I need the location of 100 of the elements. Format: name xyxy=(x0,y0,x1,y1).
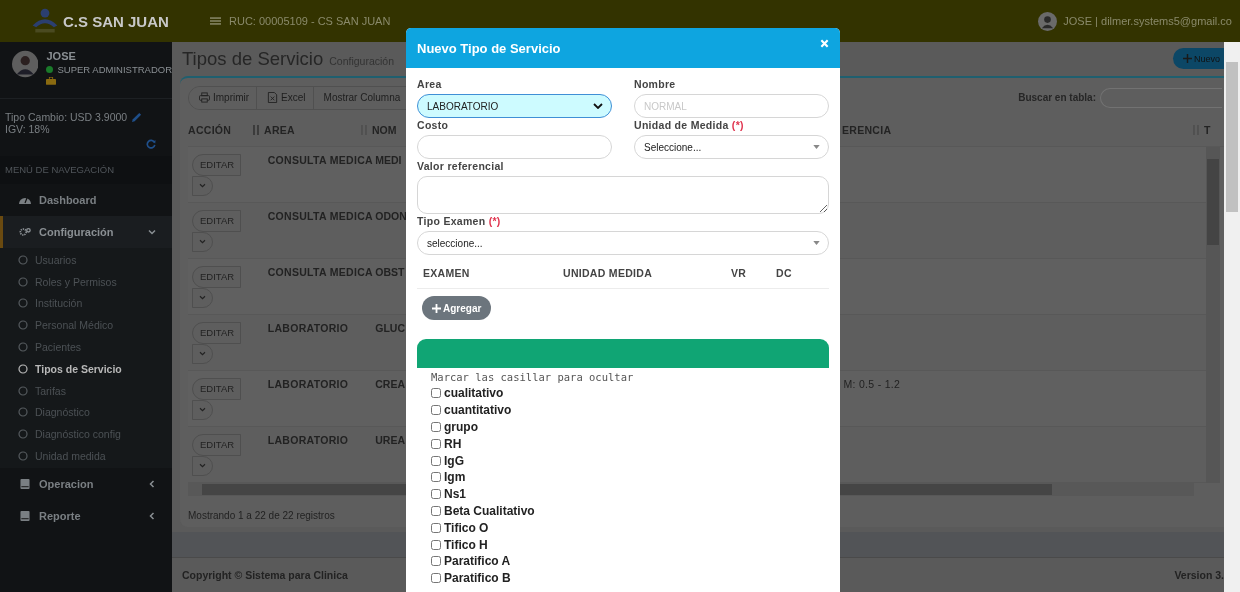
checkbox[interactable] xyxy=(431,472,441,483)
scrollbar[interactable] xyxy=(1224,42,1240,592)
nav-subitem[interactable]: Personal Médico xyxy=(0,314,172,337)
circle-icon xyxy=(18,407,28,418)
new-button[interactable]: Nuevo xyxy=(1173,48,1224,70)
sort-icon[interactable] xyxy=(252,124,260,135)
checkbox-label: Ns1 xyxy=(444,487,466,502)
menu-icon[interactable] xyxy=(210,16,221,26)
nav-subitem[interactable]: Tarifas xyxy=(0,379,172,402)
checkbox[interactable] xyxy=(431,556,441,567)
checkbox[interactable] xyxy=(431,522,441,533)
avatar-icon[interactable] xyxy=(1038,11,1058,31)
nav-item[interactable]: Reporte xyxy=(0,499,172,532)
nav-subitem[interactable]: Institución xyxy=(0,292,172,315)
logo-icon xyxy=(30,7,60,35)
field-label: Valor referencial xyxy=(417,160,505,174)
checkbox-label: Paratifico A xyxy=(444,554,511,569)
chevron-left-icon xyxy=(148,479,156,488)
table-cell: ODON xyxy=(375,209,407,222)
required-mark: (*) xyxy=(488,215,501,227)
table-cell: OBST xyxy=(375,265,405,278)
table-cell: CONSULTA MEDICA xyxy=(267,153,373,166)
column-header[interactable]: AREA xyxy=(264,123,295,136)
gears-icon xyxy=(19,227,31,237)
edit-button[interactable]: EDITAR xyxy=(192,321,242,344)
toolbar-button[interactable]: Imprimir xyxy=(189,86,258,109)
field-label: Unidad de Medida xyxy=(634,119,729,131)
checkbox-label: cualitativo xyxy=(444,386,504,401)
checkbox-label: Beta Cualitativo xyxy=(444,503,535,518)
table-cell: M: 0.5 - 1.2 xyxy=(843,377,901,390)
dropdown-button[interactable] xyxy=(192,231,213,252)
table-cell: CONSULTA MEDICA xyxy=(267,265,373,278)
table-cell: CREA xyxy=(375,377,406,390)
checkbox[interactable] xyxy=(431,438,441,449)
circle-icon xyxy=(18,254,28,265)
dashboard-icon xyxy=(19,195,31,205)
plus-icon xyxy=(432,303,441,313)
checkbox[interactable] xyxy=(431,405,441,416)
circle-icon xyxy=(18,363,28,374)
nav-item[interactable]: Operacion xyxy=(0,467,172,500)
status-dot-icon xyxy=(46,66,54,73)
table-cell: MEDI xyxy=(375,153,402,166)
nav-item[interactable]: Dashboard xyxy=(0,184,172,216)
hint-text: Marcar las casillar para ocultar xyxy=(431,371,635,383)
user-menu[interactable]: JOSE | dilmer.systems5@gmail.co xyxy=(1063,15,1232,27)
checkbox[interactable] xyxy=(431,489,441,500)
edit-button[interactable]: EDITAR xyxy=(192,153,242,176)
column-header: EXAMEN xyxy=(423,267,471,279)
nav-subitem[interactable]: Diagnóstico xyxy=(0,401,172,424)
checkbox[interactable] xyxy=(431,573,441,584)
plus-icon xyxy=(1183,54,1192,64)
edit-button[interactable]: EDITAR xyxy=(192,265,242,288)
dropdown-button[interactable] xyxy=(192,399,213,420)
dropdown-button[interactable] xyxy=(192,287,213,308)
chevron-down-icon xyxy=(593,103,603,109)
cost-field[interactable] xyxy=(417,135,612,159)
nav-item[interactable]: Configuración xyxy=(0,216,172,248)
column-header[interactable]: ACCIÓN xyxy=(188,123,232,136)
edit-button[interactable]: EDITAR xyxy=(192,433,242,456)
dropdown-button[interactable] xyxy=(192,455,213,476)
column-header[interactable]: ERENCIA xyxy=(842,123,892,136)
checkbox-label: grupo xyxy=(444,420,478,434)
nav-subitem[interactable]: Tipos de Servicio xyxy=(0,358,172,380)
checkbox-label: RH xyxy=(444,436,462,451)
checkbox-label: cuantitativo xyxy=(444,403,512,418)
edit-button[interactable]: EDITAR xyxy=(192,377,242,400)
checkbox[interactable] xyxy=(431,505,441,516)
nav-subitem[interactable]: Pacientes xyxy=(0,336,172,358)
caret-icon xyxy=(813,241,820,245)
required-mark: (*) xyxy=(731,119,744,131)
reference-field[interactable] xyxy=(417,176,829,214)
add-button[interactable]: Agregar xyxy=(422,296,492,320)
column-header[interactable]: T xyxy=(1204,123,1211,136)
circle-icon xyxy=(18,342,28,353)
circle-icon xyxy=(18,385,28,396)
checkbox[interactable] xyxy=(431,388,441,399)
column-header: VR xyxy=(731,267,748,279)
modal-title: Nuevo Tipo de Servicio xyxy=(417,40,561,56)
user-name: JOSE xyxy=(46,50,77,62)
area-select[interactable]: LABORATORIO xyxy=(417,94,612,118)
circle-icon xyxy=(18,298,28,309)
checkbox-label: IgG xyxy=(444,453,464,468)
avatar-icon xyxy=(12,48,39,80)
edit-button[interactable]: EDITAR xyxy=(192,209,242,232)
nav-subitem[interactable]: Diagnóstico config xyxy=(0,423,172,446)
close-icon[interactable] xyxy=(820,38,829,48)
scrollbar[interactable] xyxy=(1206,146,1220,483)
dropdown-button[interactable] xyxy=(192,343,213,364)
checkbox-label: Tifico H xyxy=(444,537,488,552)
checkbox-label: Tifico O xyxy=(444,520,489,535)
briefcase-icon xyxy=(46,77,57,85)
pencil-icon[interactable] xyxy=(131,111,143,123)
checkbox[interactable] xyxy=(431,422,441,432)
checkbox[interactable] xyxy=(431,455,441,466)
checkbox[interactable] xyxy=(431,539,441,550)
igv-rate: IGV: 18% xyxy=(5,123,51,135)
column-header[interactable]: NOM xyxy=(372,123,397,136)
chevron-down-icon xyxy=(199,407,206,413)
refresh-icon[interactable] xyxy=(146,139,156,149)
dropdown-button[interactable] xyxy=(192,175,213,196)
